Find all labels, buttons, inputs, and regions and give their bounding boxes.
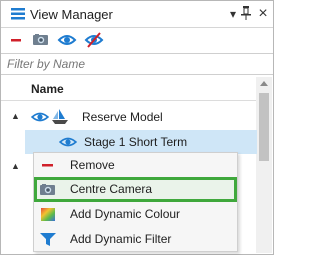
menu-item-centre-camera[interactable]: Centre Camera <box>34 177 237 202</box>
context-menu: Remove Centre Camera Add Dynamic Colour … <box>33 152 238 252</box>
title-bar: View Manager ▾ × <box>1 1 273 28</box>
scroll-up-arrow[interactable] <box>260 81 268 86</box>
remove-icon[interactable] <box>8 31 28 49</box>
column-header-name: Name <box>31 82 64 96</box>
column-header[interactable]: Name <box>1 77 257 101</box>
tree-row-reserve-model[interactable]: ▲ Reserve Model <box>1 105 257 129</box>
tree-row-label: Reserve Model <box>82 110 163 124</box>
vertical-scrollbar[interactable] <box>256 77 272 253</box>
scroll-thumb[interactable] <box>259 93 269 161</box>
show-icon[interactable] <box>57 31 77 49</box>
menu-item-label: Remove <box>70 158 115 172</box>
camera-icon <box>40 184 55 195</box>
colour-swatch-icon <box>41 208 55 221</box>
dropdown-icon[interactable]: ▾ <box>225 5 241 23</box>
menu-item-remove[interactable]: Remove <box>34 153 237 178</box>
camera-icon[interactable] <box>31 31 51 49</box>
menu-item-label: Add Dynamic Colour <box>70 207 181 221</box>
filter-icon <box>40 233 56 246</box>
visibility-eye-icon[interactable] <box>31 110 49 124</box>
model-ship-icon <box>52 109 68 124</box>
tree-row-stage-1-short-term[interactable]: Stage 1 Short Term <box>25 130 257 154</box>
menu-item-add-dynamic-colour[interactable]: Add Dynamic Colour <box>34 202 237 227</box>
menu-item-label: Centre Camera <box>70 182 153 196</box>
tree-row-label: Stage 1 Short Term <box>84 135 188 149</box>
remove-icon <box>42 164 53 167</box>
view-manager-panel: View Manager ▾ × Filter by Name Name ▲ R… <box>0 0 274 255</box>
expand-triangle-icon[interactable]: ▲ <box>11 161 20 171</box>
hide-icon[interactable] <box>84 31 104 49</box>
expand-triangle-icon[interactable]: ▲ <box>11 111 20 121</box>
window-title: View Manager <box>30 7 113 22</box>
pin-icon[interactable] <box>241 6 251 20</box>
toolbar <box>1 28 273 53</box>
view-manager-icon <box>11 8 25 20</box>
filter-bar <box>1 53 273 75</box>
filter-input[interactable] <box>1 54 273 74</box>
menu-item-add-dynamic-filter[interactable]: Add Dynamic Filter <box>34 227 237 252</box>
menu-item-label: Add Dynamic Filter <box>70 232 172 246</box>
close-icon[interactable]: × <box>255 5 271 23</box>
visibility-eye-icon[interactable] <box>59 135 77 149</box>
